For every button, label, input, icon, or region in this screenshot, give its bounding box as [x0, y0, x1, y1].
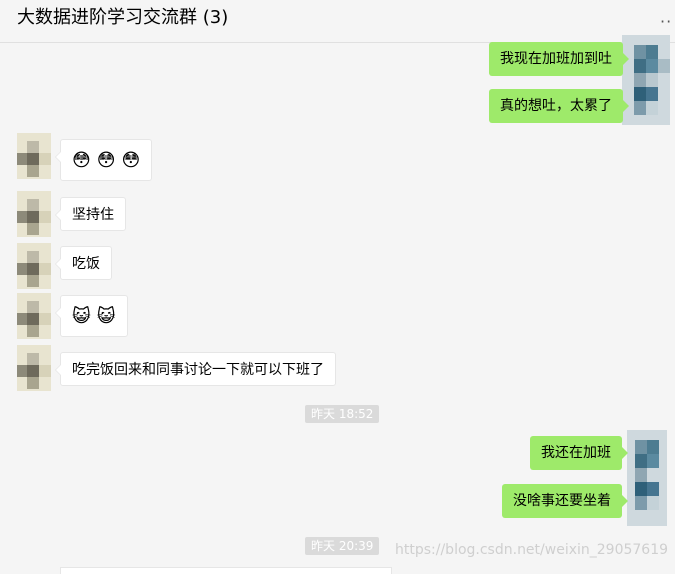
more-dots-icon[interactable]: ·· [660, 12, 672, 31]
cat-emoji: 😺 [72, 306, 91, 327]
message-list[interactable]: 我现在加班加到吐 真的想吐，太累了 😳 😳 😳 坚持住 吃饭 😺 😺 吃完饭回来… [0, 35, 675, 570]
avatar[interactable] [17, 191, 51, 237]
chat-header: 大数据进阶学习交流群 (3) ·· [0, 0, 675, 43]
flushed-emoji: 😳 [72, 150, 91, 171]
message-bubble-other[interactable]: 坚持住 [55, 197, 126, 231]
message-bubble-other[interactable]: 吃饭 [55, 246, 112, 280]
partial-message-bubble [60, 567, 392, 574]
watermark: https://blog.csdn.net/weixin_29057619 [395, 542, 669, 558]
message-bubble-me[interactable]: 没啥事还要坐着 [502, 484, 628, 518]
avatar[interactable] [622, 35, 670, 125]
avatar[interactable] [17, 133, 51, 179]
message-bubble-me[interactable]: 我现在加班加到吐 [489, 42, 629, 76]
avatar[interactable] [17, 345, 51, 391]
timestamp: 昨天 20:39 [305, 537, 380, 555]
flushed-emoji: 😳 [96, 150, 116, 171]
message-bubble-me[interactable]: 真的想吐，太累了 [489, 89, 629, 123]
message-bubble-me[interactable]: 我还在加班 [530, 436, 628, 470]
flushed-emoji: 😳 [121, 150, 141, 171]
avatar[interactable] [17, 243, 51, 289]
cat-emoji: 😺 [96, 306, 116, 327]
message-bubble-other[interactable]: 😺 😺 [55, 295, 128, 337]
message-bubble-other[interactable]: 吃完饭回来和同事讨论一下就可以下班了 [55, 352, 336, 386]
avatar[interactable] [17, 293, 51, 339]
avatar[interactable] [627, 430, 667, 526]
message-bubble-other[interactable]: 😳 😳 😳 [54, 139, 153, 181]
chat-title: 大数据进阶学习交流群 (3) [17, 7, 229, 28]
timestamp: 昨天 18:52 [305, 405, 380, 423]
